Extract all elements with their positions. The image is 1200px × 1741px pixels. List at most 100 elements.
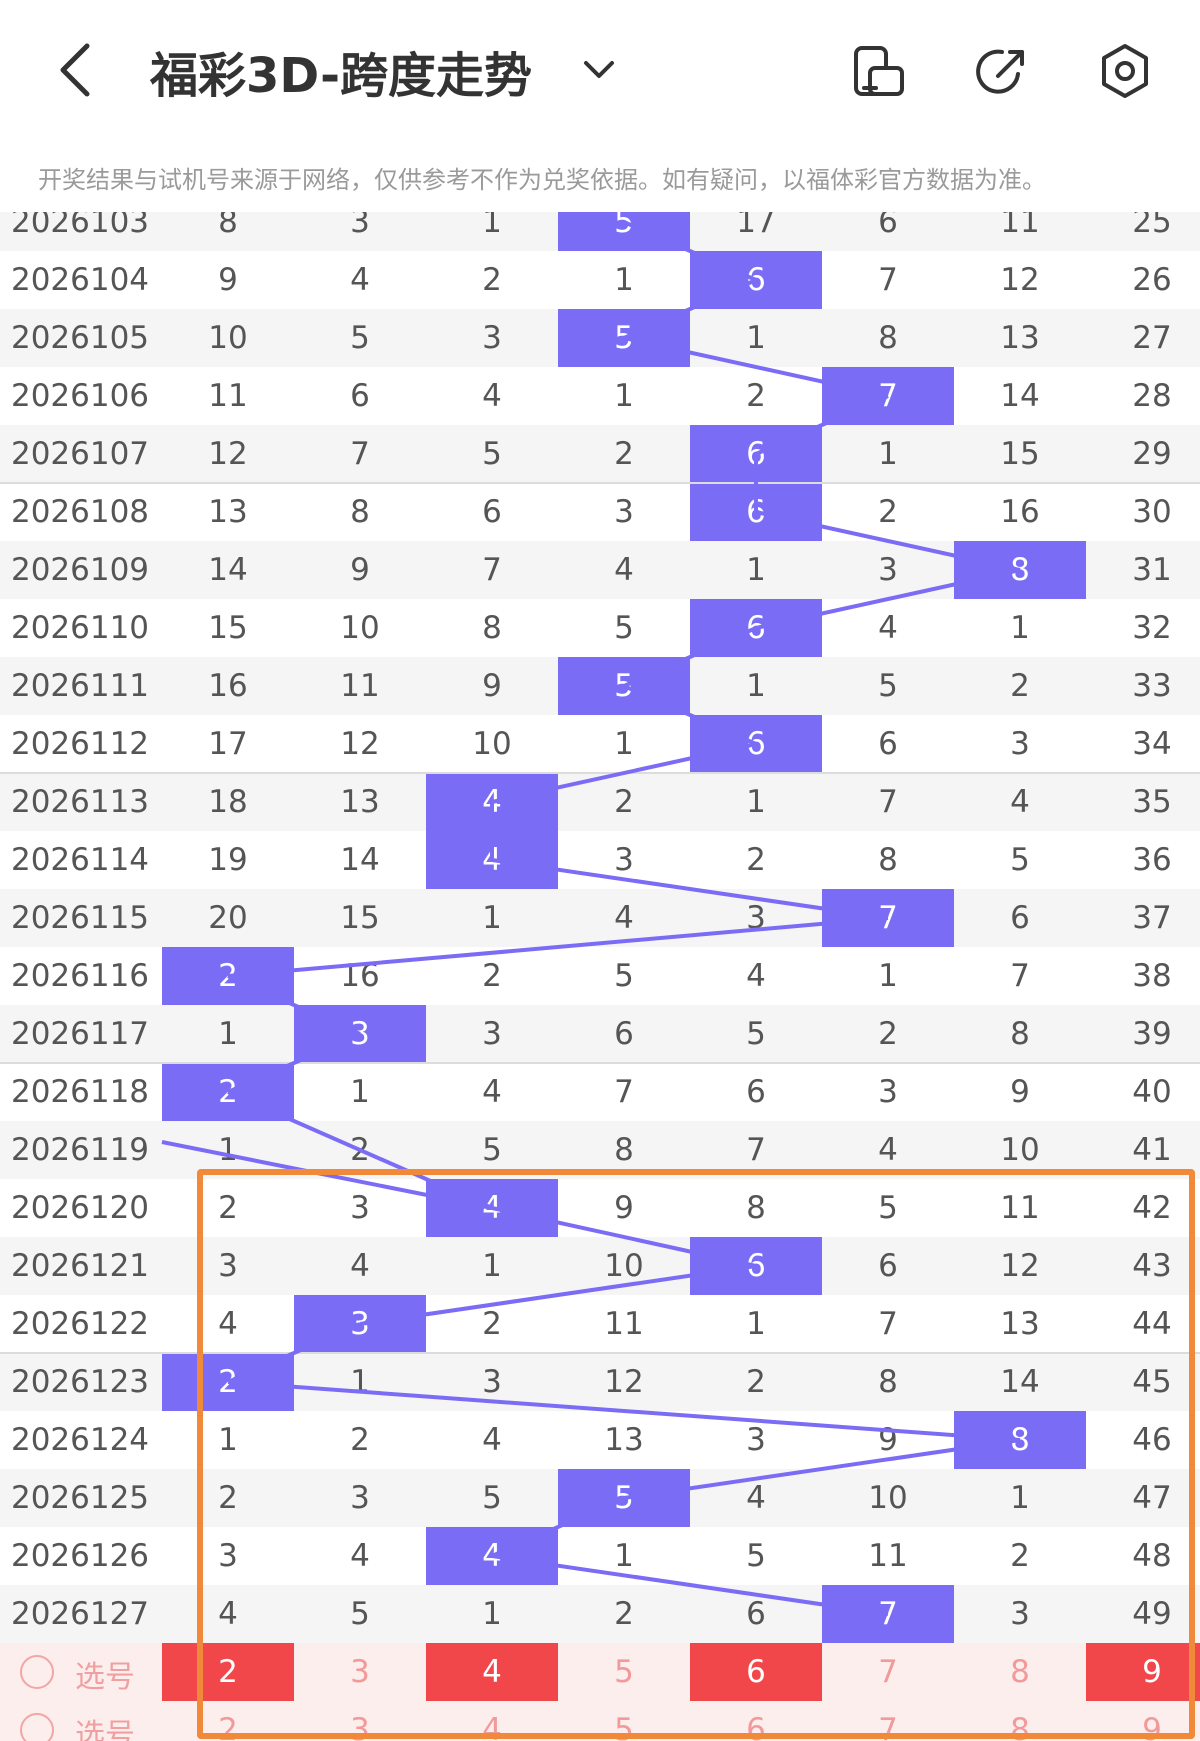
table-row: 2026113 18 13 4 2 1 7 4 35 (0, 773, 1200, 831)
select-number-cell[interactable]: 7 (822, 1701, 954, 1741)
phone-rotate-icon[interactable] (852, 44, 906, 100)
table-row: 2026111 16 11 9 5 1 5 2 33 (0, 657, 1200, 715)
span-miss-cell: 2 (878, 1016, 898, 1052)
span-miss-cell: 1 (482, 1248, 502, 1284)
span-miss-cell: 13 (1000, 1306, 1040, 1342)
span-miss-cell: 2 (746, 378, 766, 414)
span-miss-cell: 3 (218, 1538, 238, 1574)
issue-number: 2026104 (10, 262, 150, 298)
span-miss-cell: 11 (208, 378, 248, 414)
select-number-cell[interactable]: 2 (162, 1701, 294, 1741)
share-icon[interactable] (974, 44, 1030, 100)
span-miss-cell: 2 (614, 436, 634, 472)
span-miss-cell: 1 (614, 1538, 634, 1574)
select-number-cell[interactable]: 2 (162, 1643, 294, 1701)
span-miss-cell: 6 (614, 1016, 634, 1052)
chevron-down-icon[interactable] (582, 55, 616, 85)
select-number-cell[interactable]: 9 (1086, 1701, 1200, 1741)
span-miss-cell: 48 (1132, 1538, 1172, 1574)
span-miss-cell: 16 (340, 958, 380, 994)
span-hit-cell: 4 (426, 1179, 558, 1237)
span-miss-cell: 45 (1132, 1364, 1172, 1400)
span-miss-cell: 2 (614, 1596, 634, 1632)
span-hit-cell: 6 (690, 1237, 822, 1295)
span-miss-cell: 9 (614, 1190, 634, 1226)
span-miss-cell: 6 (878, 1248, 898, 1284)
disclaimer-notice: 开奖结果与试机号来源于网络，仅供参考不作为兑奖依据。如有疑问，以福体彩官方数据为… (0, 140, 1200, 212)
span-miss-cell: 2 (350, 1132, 370, 1168)
span-miss-cell: 13 (208, 494, 248, 530)
span-miss-cell: 28 (1132, 378, 1172, 414)
span-hit-cell: 8 (954, 541, 1086, 599)
span-miss-cell: 3 (746, 900, 766, 936)
span-miss-cell: 7 (878, 784, 898, 820)
select-number-cell[interactable]: 5 (558, 1701, 690, 1741)
select-number-cell[interactable]: 3 (294, 1643, 426, 1701)
span-miss-cell: 10 (1000, 1132, 1040, 1168)
span-miss-cell: 5 (878, 1190, 898, 1226)
span-miss-cell: 7 (614, 1074, 634, 1110)
select-number-cell[interactable]: 7 (822, 1643, 954, 1701)
group-separator (0, 1352, 1200, 1354)
span-miss-cell: 8 (878, 320, 898, 356)
select-number-cell[interactable]: 4 (426, 1701, 558, 1741)
disclaimer-text: 开奖结果与试机号来源于网络，仅供参考不作为兑奖依据。如有疑问，以福体彩官方数据为… (38, 166, 1046, 194)
span-miss-cell: 12 (340, 726, 380, 762)
select-number-cell[interactable]: 4 (426, 1643, 558, 1701)
span-miss-cell: 14 (340, 842, 380, 878)
span-miss-cell: 11 (340, 668, 380, 704)
span-hit-cell: 2 (162, 1063, 294, 1121)
select-number-cell[interactable]: 5 (558, 1643, 690, 1701)
span-miss-cell: 30 (1132, 494, 1172, 530)
span-miss-cell: 1 (350, 1364, 370, 1400)
span-miss-cell: 7 (350, 436, 370, 472)
span-miss-cell: 4 (614, 900, 634, 936)
settings-icon[interactable] (1098, 42, 1152, 100)
span-miss-cell: 1 (218, 1016, 238, 1052)
select-number-cell[interactable]: 8 (954, 1643, 1086, 1701)
issue-number: 2026125 (10, 1480, 150, 1516)
page-title[interactable]: 福彩3D-跨度走势 (150, 36, 532, 106)
span-miss-cell: 9 (1010, 1074, 1030, 1110)
span-miss-cell: 2 (746, 842, 766, 878)
radio-circle-icon[interactable] (20, 1655, 54, 1689)
issue-number: 2026127 (10, 1596, 150, 1632)
span-miss-cell: 3 (482, 1364, 502, 1400)
span-hit-cell: 5 (558, 1469, 690, 1527)
span-miss-cell: 4 (614, 552, 634, 588)
table-row: 2026122 4 3 2 11 1 7 13 44 (0, 1295, 1200, 1353)
span-miss-cell: 5 (746, 1016, 766, 1052)
span-miss-cell: 5 (1010, 842, 1030, 878)
select-number-cell[interactable]: 6 (690, 1701, 822, 1741)
span-miss-cell: 8 (482, 610, 502, 646)
span-miss-cell: 5 (482, 1132, 502, 1168)
span-miss-cell: 8 (1010, 1016, 1030, 1052)
span-miss-cell: 7 (878, 1306, 898, 1342)
span-miss-cell: 8 (878, 1364, 898, 1400)
select-number-cell[interactable]: 3 (294, 1701, 426, 1741)
table-row: 2026109 14 9 7 4 1 3 8 31 (0, 541, 1200, 599)
issue-number: 2026113 (10, 784, 150, 820)
span-miss-cell: 15 (340, 900, 380, 936)
span-miss-cell: 1 (746, 668, 766, 704)
span-miss-cell: 26 (1132, 262, 1172, 298)
span-hit-cell: 4 (426, 831, 558, 889)
span-miss-cell: 11 (868, 1538, 908, 1574)
radio-circle-icon[interactable] (20, 1713, 54, 1741)
span-miss-cell: 7 (746, 1132, 766, 1168)
span-miss-cell: 3 (482, 320, 502, 356)
span-miss-cell: 7 (482, 552, 502, 588)
span-miss-cell: 1 (878, 436, 898, 472)
group-separator (0, 1062, 1200, 1064)
issue-number: 2026120 (10, 1190, 150, 1226)
back-arrow-icon[interactable] (55, 40, 95, 100)
select-number-cell[interactable]: 9 (1086, 1643, 1200, 1701)
span-hit-cell: 2 (162, 947, 294, 1005)
span-miss-cell: 2 (746, 1364, 766, 1400)
select-number-cell[interactable]: 8 (954, 1701, 1086, 1741)
span-miss-cell: 5 (350, 1596, 370, 1632)
select-number-cell[interactable]: 6 (690, 1643, 822, 1701)
table-row: 2026105 10 5 3 5 1 8 13 27 (0, 309, 1200, 367)
span-miss-cell: 27 (1132, 320, 1172, 356)
span-miss-cell: 12 (1000, 262, 1040, 298)
